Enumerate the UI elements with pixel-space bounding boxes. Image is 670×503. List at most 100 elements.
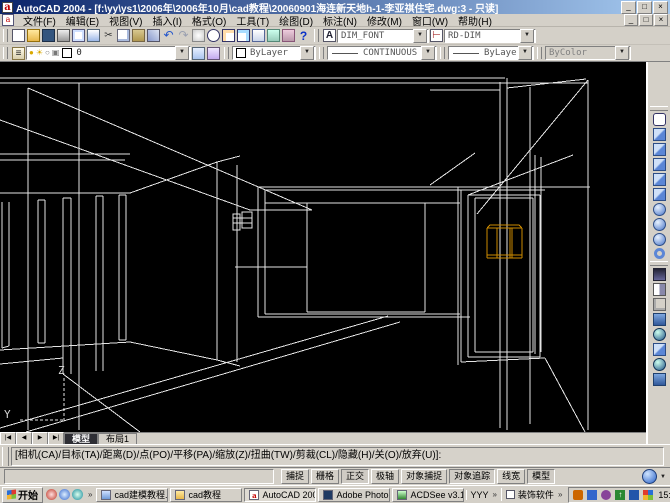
zoom-window-icon[interactable] bbox=[222, 29, 235, 42]
doc-close-button[interactable]: × bbox=[654, 14, 668, 26]
toolbar-grip[interactable] bbox=[650, 106, 668, 111]
toggle-snap[interactable]: 捕捉 bbox=[281, 469, 309, 484]
quick-launch-chevron-icon[interactable]: » bbox=[86, 490, 94, 499]
toolbar-grip[interactable] bbox=[650, 261, 668, 266]
render-icon[interactable] bbox=[653, 268, 666, 281]
wedge-icon[interactable] bbox=[653, 158, 666, 171]
pyramid-icon[interactable] bbox=[653, 173, 666, 186]
restore-button[interactable]: □ bbox=[637, 1, 652, 14]
toolbar-grip[interactable] bbox=[319, 47, 324, 60]
pan-realtime-icon[interactable] bbox=[192, 29, 205, 42]
torus-icon[interactable] bbox=[654, 248, 665, 259]
taskbar-task-autocad[interactable]: a AutoCAD 200... bbox=[244, 488, 316, 502]
band-chevron-icon[interactable]: » bbox=[490, 490, 498, 499]
menu-insert[interactable]: 插入(I) bbox=[147, 13, 186, 28]
help-icon[interactable]: ? bbox=[297, 29, 310, 42]
plot-preview-icon[interactable] bbox=[72, 29, 85, 42]
taskbar-band-decor-software[interactable]: 装饰软件 » bbox=[501, 488, 564, 501]
undo-icon[interactable]: ↶ bbox=[162, 29, 175, 42]
toggle-polar[interactable]: 极轴 bbox=[371, 469, 399, 484]
menu-modify[interactable]: 修改(M) bbox=[362, 13, 407, 28]
chevron-down-icon[interactable]: ▼ bbox=[413, 29, 427, 43]
qnew-icon[interactable] bbox=[12, 29, 25, 42]
menu-draw[interactable]: 绘图(D) bbox=[274, 13, 318, 28]
command-prompt[interactable]: [相机(CA)/目标(TA)/距离(D)/点(PO)/平移(PA)/缩放(Z)/… bbox=[11, 447, 664, 466]
hide-icon[interactable] bbox=[653, 283, 666, 296]
band-chevron-icon[interactable]: » bbox=[556, 490, 564, 499]
sphere-icon[interactable] bbox=[653, 203, 666, 216]
tray-2-icon[interactable] bbox=[587, 490, 597, 500]
start-button[interactable]: 开始 bbox=[2, 487, 43, 503]
tray-6-icon[interactable] bbox=[643, 490, 653, 500]
toolbar-grip[interactable] bbox=[224, 47, 229, 60]
selected-box[interactable] bbox=[487, 225, 522, 258]
status-tray-chevron-icon[interactable]: ▼ bbox=[660, 474, 666, 480]
tray-3-icon[interactable] bbox=[601, 490, 611, 500]
taskbar-band-yyy[interactable]: YYY » bbox=[466, 490, 498, 500]
communication-center-icon[interactable] bbox=[642, 469, 657, 484]
tray-5-icon[interactable] bbox=[629, 490, 639, 500]
menu-view[interactable]: 视图(V) bbox=[104, 13, 147, 28]
toggle-ortho[interactable]: 正交 bbox=[341, 469, 369, 484]
command-window-grip[interactable] bbox=[2, 447, 9, 466]
quick-launch-3-icon[interactable] bbox=[72, 489, 83, 500]
3d-face-icon[interactable] bbox=[653, 128, 666, 141]
redo-icon[interactable]: ↷ bbox=[177, 29, 190, 42]
doc-minimize-button[interactable]: _ bbox=[624, 14, 638, 26]
tray-4-icon[interactable]: ↑ bbox=[615, 490, 625, 500]
dim-style-icon[interactable]: ⊢ bbox=[430, 29, 443, 42]
open-icon[interactable] bbox=[27, 29, 40, 42]
lineweight-combo[interactable]: ByLayer ▼ bbox=[448, 46, 534, 60]
zoom-realtime-icon[interactable] bbox=[207, 29, 220, 42]
toolbar-grip[interactable] bbox=[537, 47, 542, 60]
layer-properties-icon[interactable]: ≡ bbox=[12, 47, 25, 60]
cone-icon[interactable] bbox=[653, 188, 666, 201]
text-style-icon[interactable]: A bbox=[323, 29, 336, 42]
layer-combo[interactable]: ● ☀ ○ ▣ 0 ▼ bbox=[26, 46, 191, 60]
toggle-otrack[interactable]: 对象追踪 bbox=[449, 469, 495, 484]
chevron-down-icon[interactable]: ▼ bbox=[175, 46, 189, 60]
menu-window[interactable]: 窗口(W) bbox=[407, 13, 453, 28]
toggle-osnap[interactable]: 对象捕捉 bbox=[401, 469, 447, 484]
copy-icon[interactable] bbox=[117, 29, 130, 42]
shade-gouraud-icon[interactable] bbox=[653, 358, 666, 371]
minimize-button[interactable]: _ bbox=[621, 1, 636, 14]
match-properties-icon[interactable] bbox=[147, 29, 160, 42]
menu-format[interactable]: 格式(O) bbox=[187, 13, 231, 28]
dome-icon[interactable] bbox=[653, 218, 666, 231]
quick-launch-2-icon[interactable] bbox=[59, 489, 70, 500]
menu-dimension[interactable]: 标注(N) bbox=[318, 13, 362, 28]
shade-flat-icon[interactable] bbox=[653, 343, 666, 356]
make-object-layer-current-icon[interactable] bbox=[192, 47, 205, 60]
shade-2d-wireframe-icon[interactable] bbox=[653, 298, 666, 311]
drawing-canvas[interactable]: Z Y bbox=[0, 62, 646, 432]
properties-palette-icon[interactable] bbox=[252, 29, 265, 42]
color-combo[interactable]: ByLayer ▼ bbox=[232, 46, 316, 60]
linetype-combo[interactable]: CONTINUOUS ▼ bbox=[327, 46, 437, 60]
tool-palettes-icon[interactable] bbox=[282, 29, 295, 42]
toolbar-grip[interactable] bbox=[314, 29, 319, 43]
toggle-model[interactable]: 模型 bbox=[527, 469, 555, 484]
menu-edit[interactable]: 编辑(E) bbox=[61, 13, 104, 28]
2d-solid-icon[interactable] bbox=[653, 113, 666, 126]
chevron-down-icon[interactable]: ▼ bbox=[300, 46, 314, 60]
publish-icon[interactable] bbox=[87, 29, 100, 42]
toolbar-grip[interactable] bbox=[3, 29, 8, 43]
chevron-down-icon[interactable]: ▼ bbox=[518, 46, 532, 60]
doc-restore-button[interactable]: □ bbox=[639, 14, 653, 26]
paste-icon[interactable] bbox=[132, 29, 145, 42]
shade-3d-wireframe-icon[interactable] bbox=[653, 313, 666, 326]
layer-previous-icon[interactable] bbox=[207, 47, 220, 60]
quick-launch-1-icon[interactable] bbox=[46, 489, 57, 500]
taskbar-task-cad-modeling[interactable]: cad建模教程... bbox=[96, 488, 168, 502]
cut-icon[interactable]: ✂ bbox=[102, 29, 115, 42]
chevron-down-icon[interactable]: ▼ bbox=[520, 29, 534, 43]
taskbar-task-cad-tutorial[interactable]: cad教程 bbox=[170, 488, 242, 502]
shade-flat-edges-icon[interactable] bbox=[653, 373, 666, 386]
close-button[interactable]: × bbox=[653, 1, 668, 14]
zoom-previous-icon[interactable] bbox=[237, 29, 250, 42]
coordinate-readout[interactable] bbox=[4, 469, 274, 484]
text-style-combo[interactable]: DIM_FONT ▼ bbox=[337, 29, 429, 43]
designcenter-icon[interactable] bbox=[267, 29, 280, 42]
tray-1-icon[interactable] bbox=[573, 490, 583, 500]
